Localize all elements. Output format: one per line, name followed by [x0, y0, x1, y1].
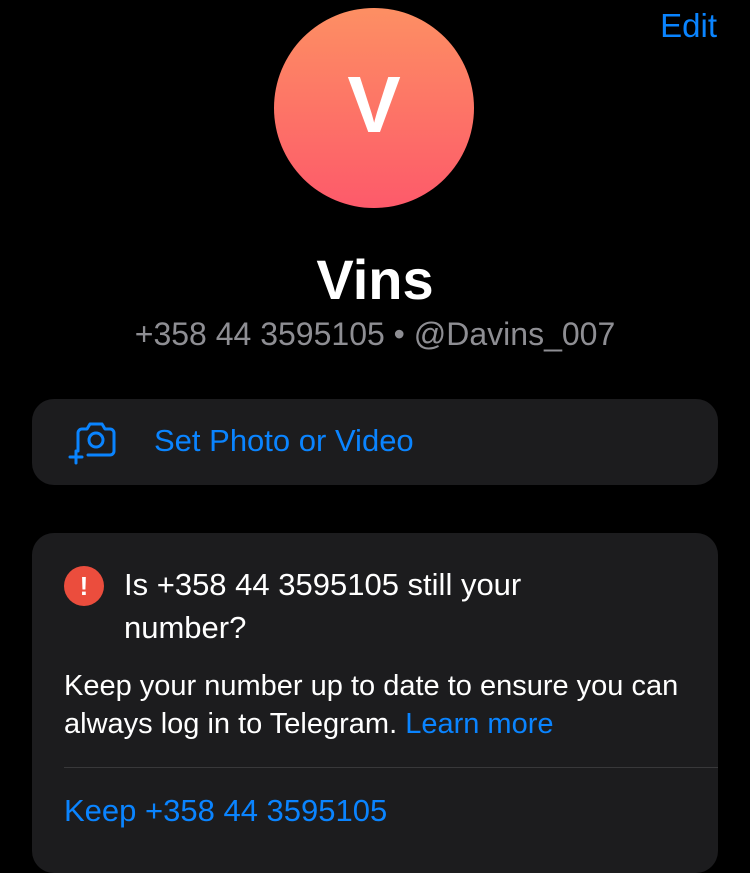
- number-check-body-text: Keep your number up to date to ensure yo…: [64, 670, 679, 740]
- set-photo-label: Set Photo or Video: [154, 423, 414, 458]
- profile-username: @Davins_007: [413, 316, 616, 352]
- set-photo-card[interactable]: Set Photo or Video: [32, 399, 718, 485]
- number-check-card: ! Is +358 44 3595105 still your number? …: [32, 533, 718, 873]
- profile-subtitle: +358 44 3595105 • @Davins_007: [0, 314, 750, 354]
- keep-number-button[interactable]: Keep +358 44 3595105: [64, 791, 387, 831]
- edit-button[interactable]: Edit: [660, 6, 717, 46]
- profile-phone: +358 44 3595105: [134, 316, 385, 352]
- number-check-body: Keep your number up to date to ensure yo…: [64, 667, 704, 743]
- avatar[interactable]: V: [274, 8, 474, 208]
- profile-name: Vins: [316, 248, 434, 311]
- learn-more-link[interactable]: Learn more: [405, 708, 553, 740]
- profile-separator: •: [384, 316, 414, 352]
- number-check-title: Is +358 44 3595105 still your number?: [124, 567, 522, 645]
- divider: [64, 767, 718, 768]
- camera-add-icon: [68, 422, 116, 465]
- exclamation-icon: !: [64, 566, 104, 606]
- avatar-initial: V: [347, 60, 401, 149]
